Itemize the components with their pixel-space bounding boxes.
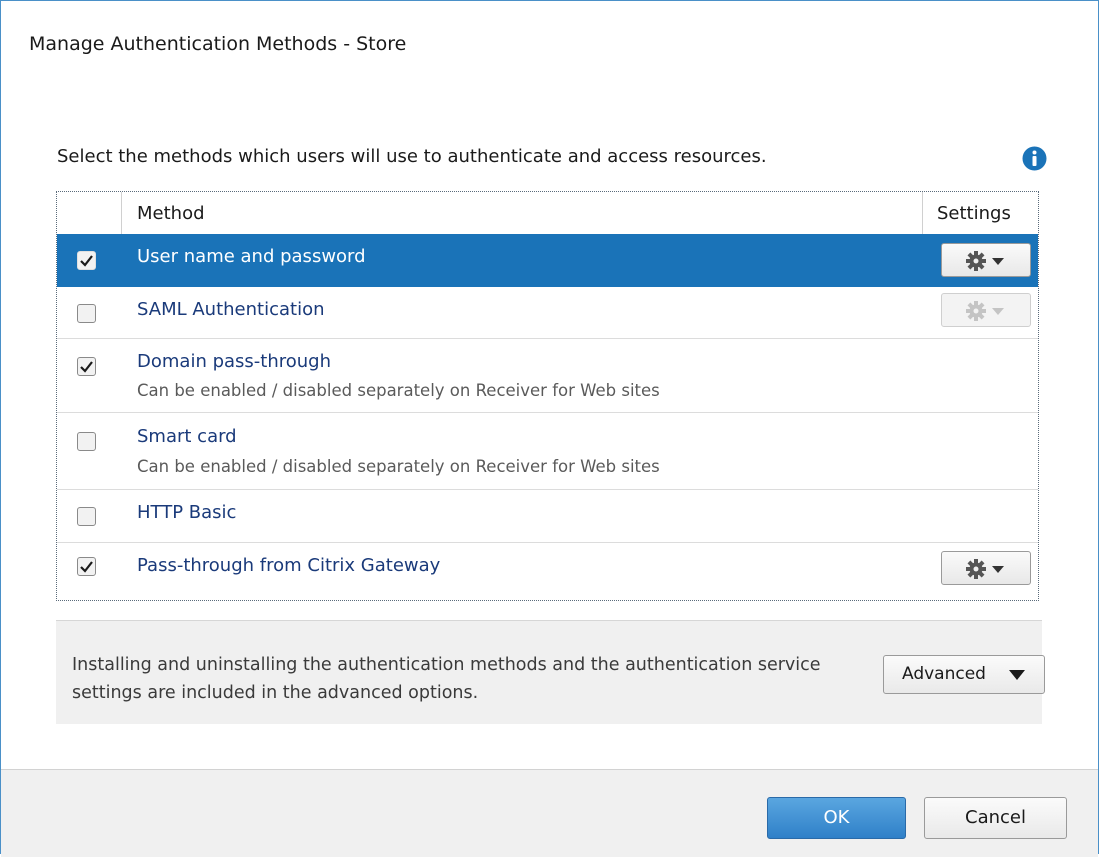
settings-button-username-password[interactable] bbox=[941, 243, 1031, 277]
dialog-title: Manage Authentication Methods - Store bbox=[29, 33, 407, 55]
method-name: HTTP Basic bbox=[137, 502, 237, 523]
gear-icon bbox=[966, 559, 1004, 579]
dropdown-arrow-icon bbox=[992, 566, 1004, 573]
advanced-button[interactable]: Advanced bbox=[883, 655, 1045, 694]
dialog-window: Manage Authentication Methods - Store Se… bbox=[0, 0, 1099, 857]
method-name: Domain pass-through bbox=[137, 351, 332, 372]
checkbox-domain-pass-through[interactable] bbox=[77, 357, 96, 376]
method-description: Can be enabled / disabled separately on … bbox=[137, 381, 660, 400]
method-name: SAML Authentication bbox=[137, 299, 325, 320]
checkbox-smart-card[interactable] bbox=[77, 432, 96, 451]
method-name: Pass-through from Citrix Gateway bbox=[137, 555, 441, 576]
method-row-saml[interactable]: SAML Authentication bbox=[57, 287, 1038, 339]
column-header-settings[interactable]: Settings bbox=[937, 203, 1011, 224]
intro-text: Select the methods which users will use … bbox=[57, 146, 767, 167]
gear-icon bbox=[966, 251, 1004, 271]
settings-button-citrix-gateway[interactable] bbox=[941, 551, 1031, 585]
column-header-method[interactable]: Method bbox=[137, 203, 205, 224]
checkbox-citrix-gateway[interactable] bbox=[77, 557, 96, 576]
dialog-footer: OK Cancel bbox=[1, 769, 1098, 857]
dropdown-arrow-icon bbox=[992, 308, 1004, 315]
dropdown-arrow-icon bbox=[1009, 670, 1025, 680]
ok-button[interactable]: OK bbox=[767, 797, 906, 839]
checkmark-icon bbox=[80, 255, 93, 267]
advanced-panel-text: Installing and uninstalling the authenti… bbox=[72, 655, 821, 703]
checkbox-username-password[interactable] bbox=[77, 251, 96, 270]
method-name: User name and password bbox=[137, 246, 366, 267]
checkbox-saml[interactable] bbox=[77, 304, 96, 323]
settings-button-saml bbox=[941, 293, 1031, 327]
grid-header: Method Settings bbox=[57, 192, 1038, 235]
method-row-citrix-gateway[interactable]: Pass-through from Citrix Gateway bbox=[57, 543, 1038, 600]
dropdown-arrow-icon bbox=[992, 258, 1004, 265]
gear-icon bbox=[966, 301, 1004, 321]
method-row-domain-pass-through[interactable]: Domain pass-through Can be enabled / dis… bbox=[57, 339, 1038, 413]
advanced-panel: Installing and uninstalling the authenti… bbox=[56, 620, 1045, 724]
method-row-smart-card[interactable]: Smart card Can be enabled / disabled sep… bbox=[57, 413, 1038, 490]
method-name: Smart card bbox=[137, 426, 237, 447]
methods-grid: Method Settings User name and password S… bbox=[56, 191, 1039, 601]
checkmark-icon bbox=[80, 361, 93, 373]
info-icon[interactable] bbox=[1022, 146, 1047, 171]
checkmark-icon bbox=[80, 561, 93, 573]
method-row-username-password[interactable]: User name and password bbox=[57, 234, 1038, 287]
method-description: Can be enabled / disabled separately on … bbox=[137, 457, 660, 476]
advanced-button-label: Advanced bbox=[902, 664, 986, 684]
cancel-button[interactable]: Cancel bbox=[924, 797, 1067, 839]
method-row-http-basic[interactable]: HTTP Basic bbox=[57, 490, 1038, 543]
checkbox-http-basic[interactable] bbox=[77, 507, 96, 526]
